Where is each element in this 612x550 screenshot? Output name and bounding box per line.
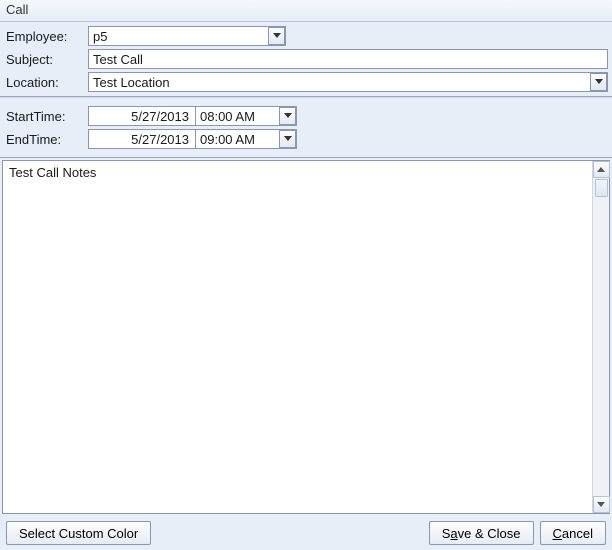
cancel-button[interactable]: Cancel	[540, 521, 606, 545]
start-time-combo[interactable]: 08:00 AM	[195, 106, 297, 126]
subject-input[interactable]: Test Call	[88, 49, 608, 69]
scroll-thumb[interactable]	[595, 179, 608, 197]
chevron-down-icon	[284, 113, 292, 119]
location-value: Test Location	[93, 75, 170, 90]
save-close-pre: S	[442, 526, 451, 541]
location-combo[interactable]: Test Location	[88, 72, 608, 92]
time-fields: StartTime: 5/27/2013 08:00 AM EndTime: 5…	[0, 97, 612, 158]
dialog-footer: Select Custom Color Save & Close Cancel	[0, 516, 612, 550]
notes-scrollbar[interactable]	[592, 161, 609, 513]
window-title: Call	[0, 0, 612, 22]
end-date-input[interactable]: 5/27/2013	[88, 129, 196, 149]
scroll-up-button[interactable]	[593, 161, 610, 178]
cancel-accel: C	[553, 526, 562, 541]
chevron-down-icon	[284, 136, 292, 142]
chevron-down-icon	[595, 79, 603, 85]
scroll-down-button[interactable]	[593, 496, 610, 513]
chevron-down-icon	[273, 33, 281, 39]
start-date-value: 5/27/2013	[131, 109, 189, 124]
location-label: Location:	[2, 75, 88, 90]
cancel-post: ancel	[562, 526, 593, 541]
end-time-value: 09:00 AM	[200, 132, 255, 147]
end-date-value: 5/27/2013	[131, 132, 189, 147]
employee-value: p5	[93, 29, 107, 44]
save-close-accel: a	[450, 526, 457, 541]
subject-value: Test Call	[93, 52, 143, 67]
location-dropdown-button[interactable]	[590, 73, 607, 91]
notes-textarea[interactable]: Test Call Notes	[3, 161, 592, 513]
select-custom-color-button[interactable]: Select Custom Color	[6, 521, 151, 545]
start-time-dropdown-button[interactable]	[279, 107, 296, 125]
end-time-dropdown-button[interactable]	[279, 130, 296, 148]
end-time-combo[interactable]: 09:00 AM	[195, 129, 297, 149]
starttime-label: StartTime:	[2, 109, 88, 124]
chevron-up-icon	[597, 167, 605, 173]
header-fields: Employee: p5 Subject: Test Call Location…	[0, 22, 612, 97]
save-close-button[interactable]: Save & Close	[429, 521, 534, 545]
employee-dropdown-button[interactable]	[268, 27, 285, 45]
save-close-post: ve & Close	[458, 526, 521, 541]
start-date-input[interactable]: 5/27/2013	[88, 106, 196, 126]
chevron-down-icon	[597, 502, 605, 508]
employee-combo[interactable]: p5	[88, 26, 286, 46]
call-dialog: Call Employee: p5 Subject: Test Call Loc…	[0, 0, 612, 550]
endtime-label: EndTime:	[2, 132, 88, 147]
notes-area: Test Call Notes	[2, 160, 610, 514]
subject-label: Subject:	[2, 52, 88, 67]
start-time-value: 08:00 AM	[200, 109, 255, 124]
employee-label: Employee:	[2, 29, 88, 44]
